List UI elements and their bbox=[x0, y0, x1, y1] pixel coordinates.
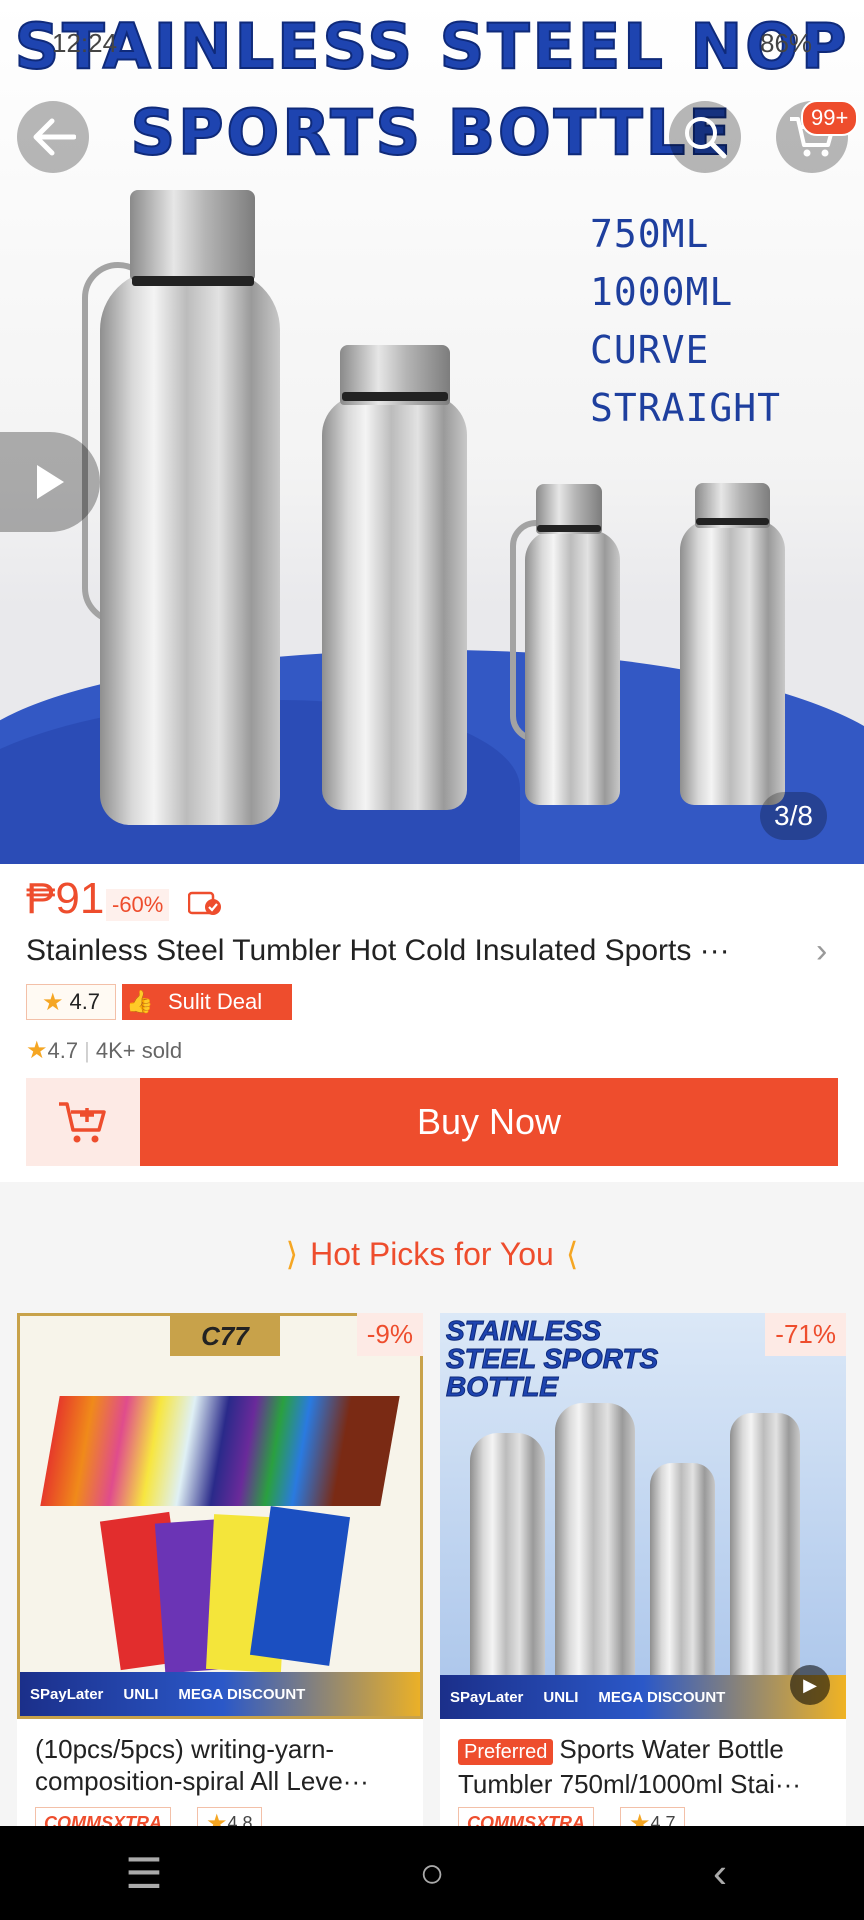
hero-title-line1: STAINLESS STEEL NOP bbox=[14, 9, 850, 84]
cart-count-badge: 99+ bbox=[801, 100, 859, 136]
promo-strip: SPayLater UNLI MEGA DISCOUNT bbox=[20, 1672, 420, 1716]
image-counter: 3/8 bbox=[760, 792, 827, 840]
cart-plus-icon bbox=[59, 1102, 106, 1143]
promo-label: SPayLater bbox=[450, 1688, 524, 1706]
rating-value: 4.7 bbox=[69, 989, 101, 1014]
video-play-icon: ▶ bbox=[790, 1665, 830, 1705]
arrow-left-icon bbox=[33, 118, 76, 156]
discount-badge: -60% bbox=[106, 889, 170, 921]
buy-now-button[interactable]: Buy Now bbox=[140, 1078, 838, 1166]
voucher-icon bbox=[188, 891, 221, 915]
hero-size-item: CURVE bbox=[590, 328, 710, 372]
sold-rating: 4.7 bbox=[47, 1038, 79, 1063]
card-discount-badge: -9% bbox=[356, 1313, 423, 1356]
promo-strip: SPayLater UNLI MEGA DISCOUNT bbox=[440, 1675, 846, 1719]
promo-label: SPayLater bbox=[30, 1685, 104, 1703]
chevron-right-icon[interactable]: › bbox=[816, 932, 827, 971]
card-discount-badge: -71% bbox=[765, 1313, 846, 1356]
decoration-icon: ⟨ bbox=[565, 1236, 579, 1272]
product-price: ₱91 bbox=[26, 874, 105, 923]
hero-size-item: 750ML bbox=[590, 212, 710, 256]
product-card-image: STAINLESS STEEL SPORTS BOTTLE SPayLater … bbox=[440, 1313, 846, 1719]
product-card-image: C77 SPayLater UNLI MEGA DISCOUNT bbox=[17, 1313, 423, 1719]
promo-label: MEGA DISCOUNT bbox=[178, 1685, 306, 1703]
back-nav-icon[interactable]: ‹ bbox=[660, 1849, 780, 1897]
hero-size-item: 1000ML bbox=[590, 270, 734, 314]
card-title-wrap: Preferred Sports Water Bottle Tumbler 750… bbox=[458, 1733, 828, 1797]
rating-badge: ★ 4.7 bbox=[26, 984, 116, 1020]
decoration-icon: ⟩ bbox=[285, 1236, 299, 1272]
thumbs-up-icon: 👍 bbox=[126, 989, 154, 1014]
product-title[interactable]: Stainless Steel Tumbler Hot Cold Insulat… bbox=[26, 934, 796, 968]
home-icon[interactable]: ○ bbox=[372, 1849, 492, 1897]
product-card[interactable]: STAINLESS STEEL SPORTS BOTTLE SPayLater … bbox=[440, 1313, 846, 1833]
star-icon: ★ bbox=[26, 1037, 48, 1064]
back-button[interactable] bbox=[17, 101, 89, 173]
product-card[interactable]: C77 SPayLater UNLI MEGA DISCOUNT -9% (10… bbox=[17, 1313, 423, 1833]
add-to-cart-button[interactable] bbox=[26, 1078, 140, 1166]
deal-label: Sulit Deal bbox=[168, 989, 263, 1014]
hero-size-list: 750ML 1000ML CURVE STRAIGHT bbox=[590, 205, 781, 437]
card-banner-text: STAINLESS STEEL SPORTS BOTTLE bbox=[446, 1315, 659, 1402]
sulit-deal-badge[interactable]: 👍 Sulit Deal bbox=[122, 984, 292, 1020]
hot-picks-header: ⟩ Hot Picks for You ⟨ bbox=[0, 1235, 864, 1273]
search-icon bbox=[685, 117, 727, 159]
play-icon bbox=[37, 465, 64, 499]
product-info-panel: ₱91 -60% Stainless Steel Tumbler Hot Col… bbox=[0, 864, 864, 1182]
sold-info: ★4.7 | 4K+ sold bbox=[26, 1037, 183, 1064]
hero-size-item: STRAIGHT bbox=[590, 386, 782, 430]
play-video-button[interactable] bbox=[0, 432, 100, 532]
status-time: 12:24 bbox=[52, 28, 118, 58]
sold-count: 4K+ sold bbox=[95, 1038, 183, 1063]
preferred-badge: Preferred bbox=[458, 1739, 554, 1765]
system-navigation-bar: ☰ ○ ‹ bbox=[0, 1826, 864, 1920]
product-image-carousel[interactable]: STAINLESS STEEL NOP SPORTS BOTTLE 750ML … bbox=[0, 0, 864, 864]
star-icon: ★ bbox=[41, 988, 64, 1016]
shop-logo: C77 bbox=[170, 1316, 280, 1356]
hot-picks-title: Hot Picks for You bbox=[310, 1236, 554, 1272]
card-title: (10pcs/5pcs) writing-yarn-composition-sp… bbox=[35, 1734, 369, 1796]
promo-label: MEGA DISCOUNT bbox=[598, 1688, 726, 1706]
promo-label: UNLI bbox=[123, 1685, 159, 1703]
promo-label: UNLI bbox=[543, 1688, 579, 1706]
hot-picks-section: ⟩ Hot Picks for You ⟨ C77 SPayLater UNLI M… bbox=[0, 1197, 864, 1833]
search-button[interactable] bbox=[669, 101, 741, 173]
status-battery: 86% bbox=[760, 28, 813, 58]
menu-icon[interactable]: ☰ bbox=[84, 1849, 204, 1898]
